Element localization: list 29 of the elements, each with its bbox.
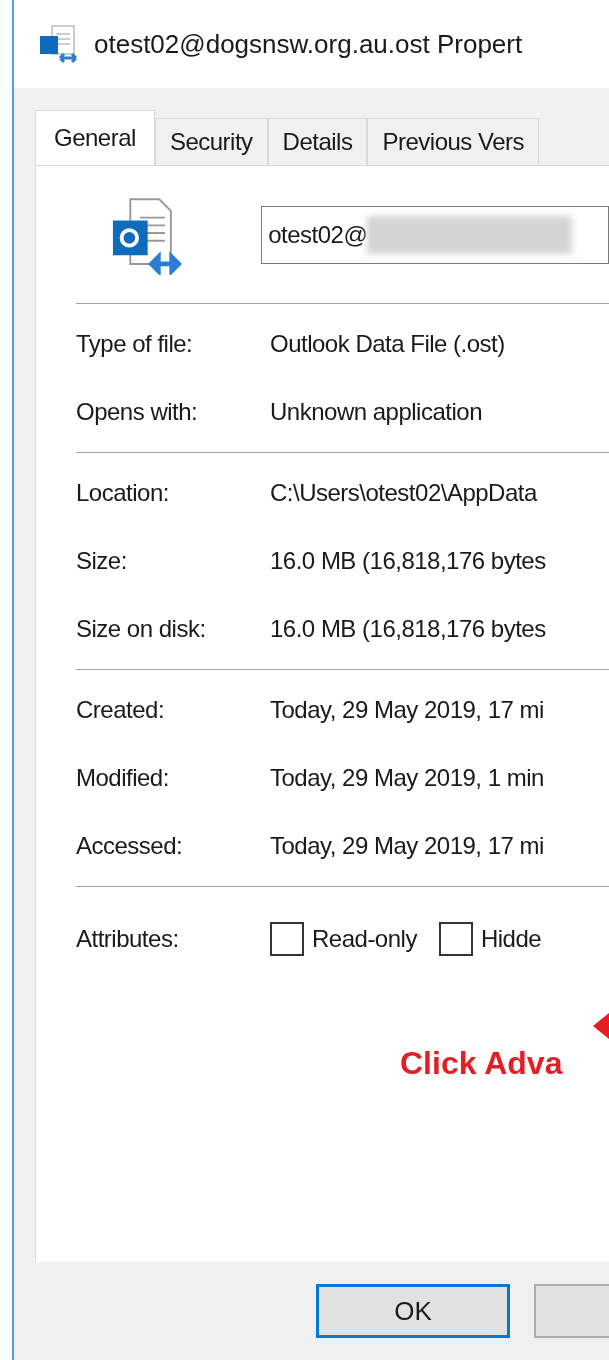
window-title: otest02@dogsnsw.org.au.ost Propert	[94, 27, 523, 61]
property-value: Today, 29 May 2019, 17 mi	[270, 831, 544, 861]
property-value: 16.0 MB (16,818,176 bytes	[270, 614, 546, 644]
property-label: Modified:	[76, 763, 170, 793]
property-value: Today, 29 May 2019, 17 mi	[270, 695, 544, 725]
tab[interactable]: Security	[154, 118, 268, 165]
arrow-icon	[593, 1013, 609, 1039]
property-value: Unknown application	[270, 397, 482, 427]
tab[interactable]: Previous Vers	[367, 118, 540, 165]
field-value: otest02@	[268, 219, 368, 250]
property-label: Type of file:	[76, 329, 194, 359]
dialog-button[interactable]: OK	[316, 1284, 510, 1338]
tab[interactable]: General	[35, 110, 155, 165]
property-label: Accessed:	[76, 831, 184, 861]
property-label: Size on disk:	[76, 614, 207, 644]
property-value: Outlook Data File (.ost)	[270, 329, 505, 359]
property-label: Opens with:	[76, 397, 199, 427]
annotation-text: Click Adva	[400, 1044, 563, 1083]
file-name-field[interactable]: otest02@	[261, 205, 609, 264]
tab[interactable]: Details	[267, 118, 368, 165]
attribute-checkbox[interactable]: Read-only	[270, 921, 417, 957]
property-label: Attributes:	[76, 924, 180, 954]
property-value: 16.0 MB (16,818,176 bytes	[270, 546, 546, 576]
property-label: Location:	[76, 478, 170, 508]
property-value: C:\Users\otest02\AppData	[270, 478, 537, 508]
property-label: Created:	[76, 695, 166, 725]
property-label: Size:	[76, 546, 128, 576]
attribute-checkbox[interactable]: Hidde	[438, 921, 542, 957]
property-value: Today, 29 May 2019, 1 min	[270, 763, 544, 793]
